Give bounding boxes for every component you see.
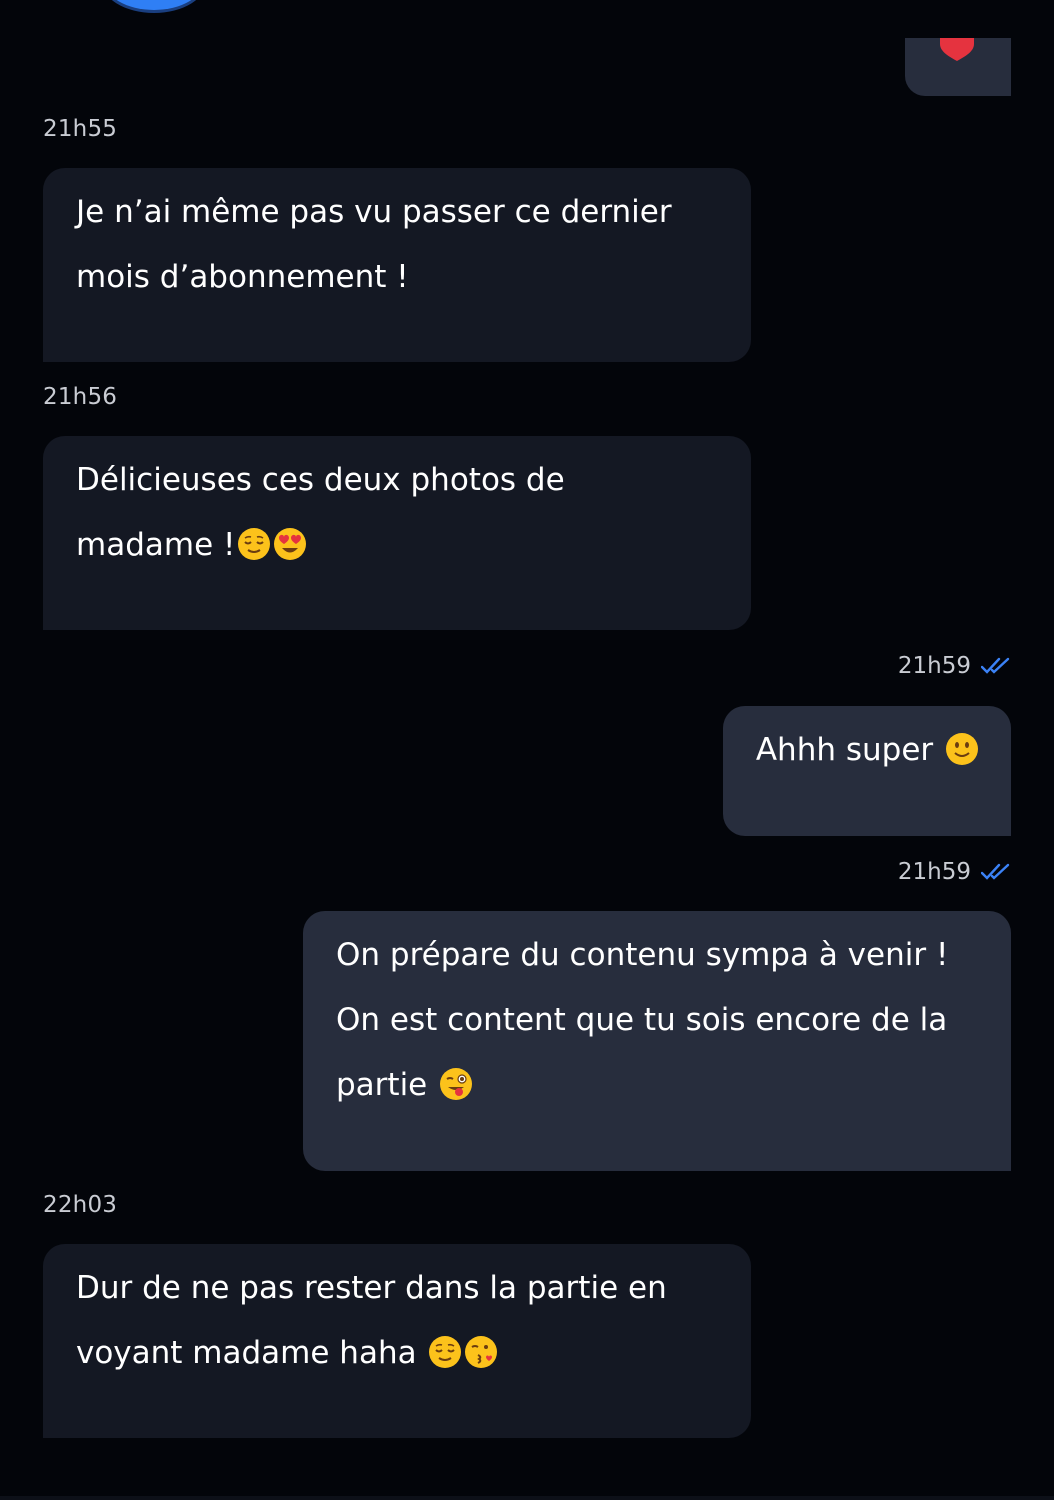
outgoing-message[interactable]: Ahhh super: [722, 706, 1011, 836]
outgoing-message[interactable]: On prépare du contenu sympa à venir ! On…: [303, 911, 1011, 1171]
message-line: Délicieuses ces deux photos de: [76, 462, 565, 498]
message-timestamp: 21h59: [897, 859, 971, 885]
incoming-message[interactable]: Je n’ai même pas vu passer ce dernier mo…: [43, 168, 751, 362]
heart-icon: [940, 38, 974, 61]
heart-eyes-face-emoji-icon: [274, 527, 307, 560]
relieved-face-emoji-icon: [238, 527, 271, 560]
message-timestamp: 22h03: [43, 1192, 118, 1218]
message-line: On prépare du contenu sympa à venir !: [336, 937, 949, 973]
double-check-icon: [981, 657, 1010, 674]
incoming-message[interactable]: Délicieuses ces deux photos de madame !: [43, 436, 751, 630]
message-meta: 21h59: [898, 859, 1011, 885]
double-check-icon: [981, 863, 1010, 880]
winking-tongue-face-emoji-icon: [440, 1067, 473, 1100]
message-line: Ahhh super: [756, 718, 979, 783]
message-line: madame !: [76, 513, 719, 578]
relieved-face-emoji-icon: [429, 1335, 462, 1368]
message-text: madame !: [76, 527, 236, 563]
message-text: Ahhh super: [755, 732, 934, 768]
divider: [0, 1496, 1054, 1500]
slightly-smiling-face-emoji-icon: [946, 732, 978, 765]
message-timestamp: 21h55: [43, 116, 118, 142]
message-text: voyant madame haha: [76, 1335, 417, 1371]
kissing-heart-face-emoji-icon: [465, 1335, 498, 1368]
message-line: Dur de ne pas rester dans la partie en: [76, 1270, 667, 1306]
message-meta: 21h59: [898, 653, 1011, 679]
avatar[interactable]: [104, 0, 204, 10]
message-text: partie: [336, 1067, 428, 1103]
message-line: voyant madame haha: [76, 1321, 719, 1386]
chat-screen: 21h55 Je n’ai même pas vu passer ce dern…: [0, 0, 1054, 1500]
incoming-message[interactable]: Dur de ne pas rester dans la partie en v…: [43, 1244, 751, 1438]
message-line: partie: [336, 1053, 979, 1118]
message-timestamp: 21h59: [897, 653, 971, 679]
message-line: mois d’abonnement !: [76, 259, 409, 295]
message-line: On est content que tu sois encore de la: [336, 1002, 948, 1038]
message-timestamp: 21h56: [43, 384, 118, 410]
message-line: Je n’ai même pas vu passer ce dernier: [76, 194, 672, 230]
